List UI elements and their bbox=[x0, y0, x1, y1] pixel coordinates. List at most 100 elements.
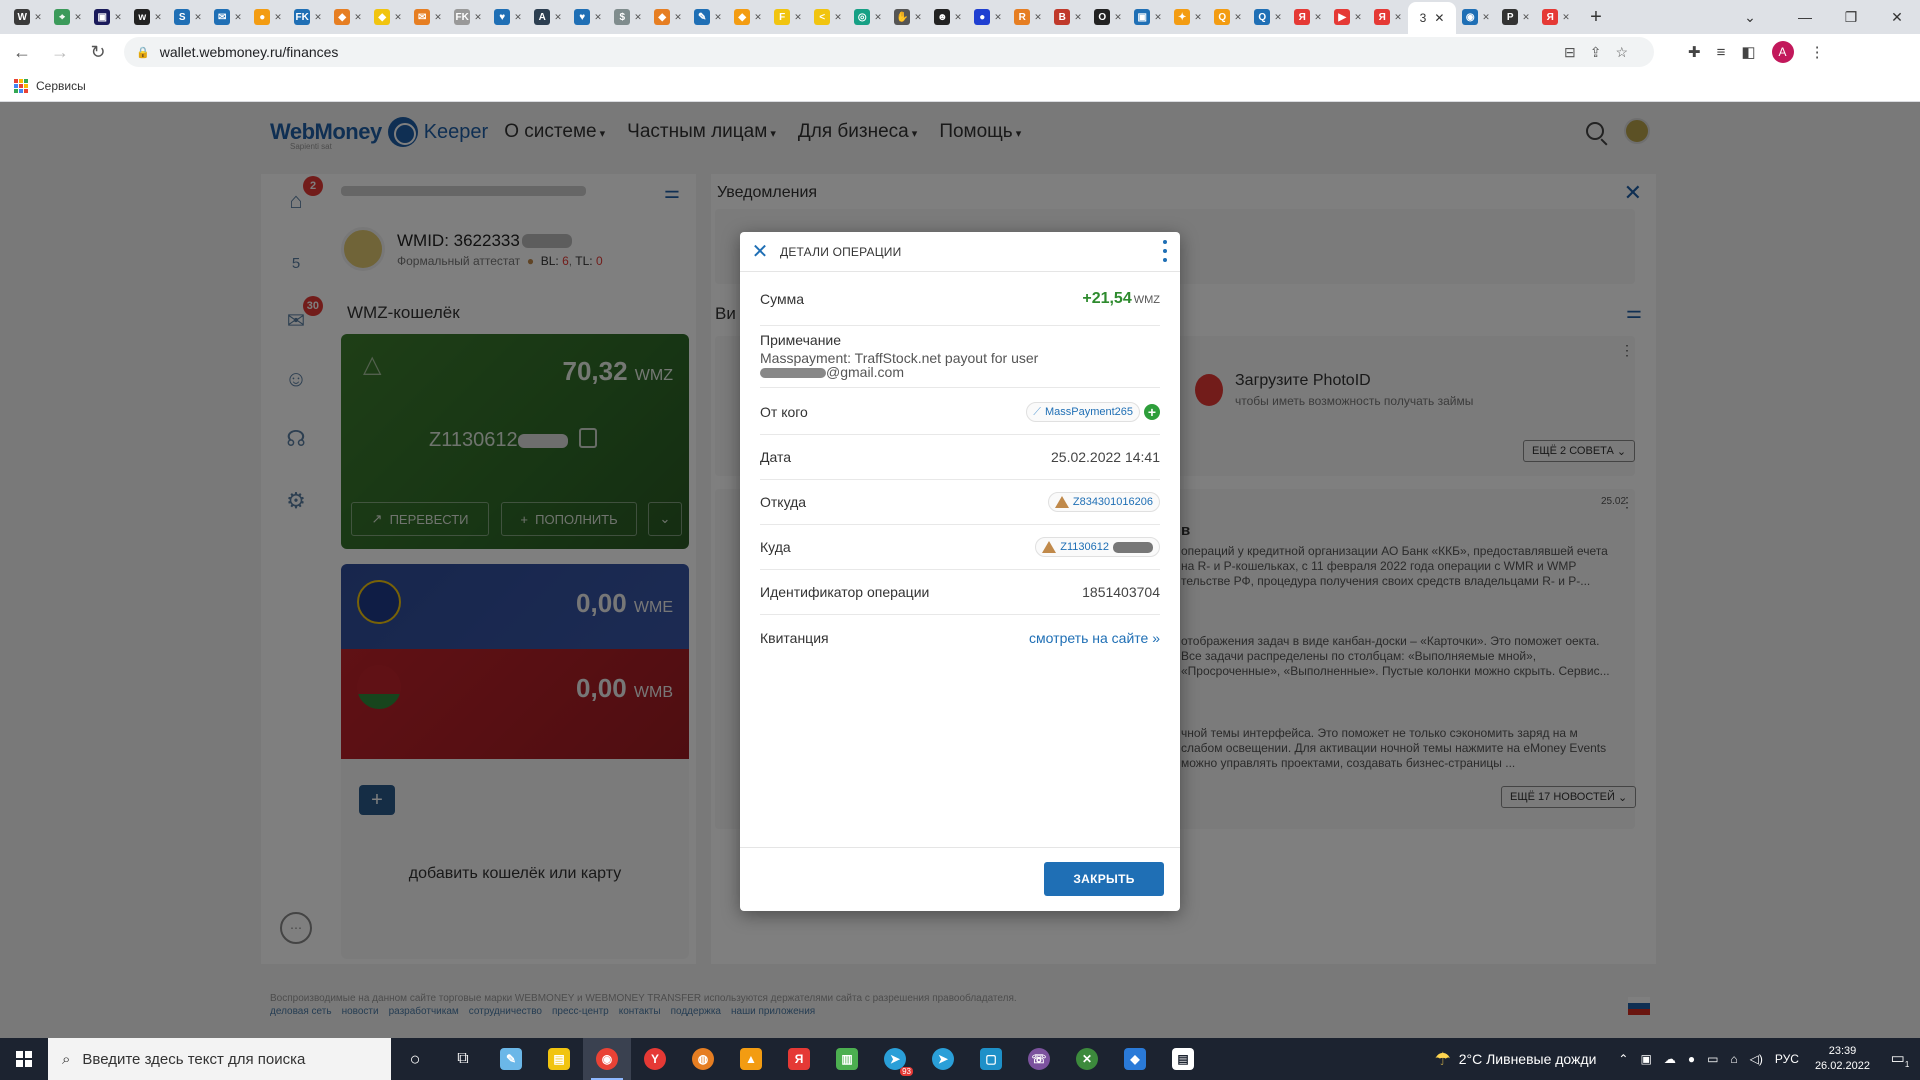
trailing-tab-2[interactable]: Я ✕ bbox=[1536, 3, 1576, 31]
tab-25[interactable]: R ✕ bbox=[1008, 3, 1048, 31]
tab-33[interactable]: ▶ ✕ bbox=[1328, 3, 1368, 31]
tab-close-icon[interactable]: ✕ bbox=[1154, 12, 1162, 23]
task-manager-icon[interactable]: ▥ bbox=[823, 1038, 871, 1080]
tab-close-icon[interactable]: ✕ bbox=[994, 12, 1002, 23]
tab-16[interactable]: ◆ ✕ bbox=[648, 3, 688, 31]
yandex-browser-icon[interactable]: Y bbox=[631, 1038, 679, 1080]
tab-close-icon[interactable]: ✕ bbox=[554, 12, 562, 23]
gem-app-icon[interactable]: ◆ bbox=[1111, 1038, 1159, 1080]
close-window-button[interactable]: ✕ bbox=[1874, 0, 1920, 34]
tab-13[interactable]: A ✕ bbox=[528, 3, 568, 31]
tab-close-icon[interactable]: ✕ bbox=[834, 12, 842, 23]
task-view-icon[interactable]: ⧉ bbox=[439, 1038, 487, 1080]
telegram-icon[interactable]: ➤ 93 bbox=[871, 1038, 919, 1080]
tab-23[interactable]: ☻ ✕ bbox=[928, 3, 968, 31]
language-indicator[interactable]: РУС bbox=[1775, 1052, 1799, 1066]
tab-21[interactable]: ◎ ✕ bbox=[848, 3, 888, 31]
tab-4[interactable]: S ✕ bbox=[168, 3, 208, 31]
tab-27[interactable]: O ✕ bbox=[1088, 3, 1128, 31]
new-tab-plus-icon[interactable]: + bbox=[1580, 3, 1612, 31]
tab-close-icon[interactable]: ✕ bbox=[674, 12, 682, 23]
profile-avatar[interactable]: A bbox=[1771, 41, 1794, 63]
tab-close-icon[interactable]: ✕ bbox=[1482, 12, 1490, 23]
close-button[interactable]: ЗАКРЫТЬ bbox=[1044, 862, 1164, 896]
tab-28[interactable]: ▣ ✕ bbox=[1128, 3, 1168, 31]
tab-6[interactable]: ● ✕ bbox=[248, 3, 288, 31]
tab-close-icon[interactable]: ✕ bbox=[234, 12, 242, 23]
share-icon[interactable]: ⇪ bbox=[1590, 44, 1602, 61]
source-chip[interactable]: Z834301016206 bbox=[1047, 492, 1160, 512]
tab-0[interactable]: W ✕ bbox=[8, 3, 48, 31]
active-tab-close-icon[interactable]: ✕ bbox=[1434, 11, 1444, 25]
clock[interactable]: 23:39 26.02.2022 bbox=[1815, 1044, 1870, 1074]
explorer-folder-icon[interactable]: ▤ bbox=[535, 1038, 583, 1080]
tab-close-icon[interactable]: ✕ bbox=[1394, 12, 1402, 23]
tab-close-icon[interactable]: ✕ bbox=[594, 12, 602, 23]
forward-icon[interactable]: → bbox=[44, 36, 76, 68]
apps-grid-icon[interactable] bbox=[14, 78, 28, 93]
chrome-icon[interactable]: ◉ bbox=[583, 1038, 631, 1080]
tab-close-icon[interactable]: ✕ bbox=[1074, 12, 1082, 23]
tab-19[interactable]: F ✕ bbox=[768, 3, 808, 31]
dialog-close-icon[interactable]: ✕ bbox=[740, 232, 780, 272]
tab-5[interactable]: ✉ ✕ bbox=[208, 3, 248, 31]
tab-search-dropdown-icon[interactable]: ⌄ bbox=[1730, 0, 1770, 34]
tab-8[interactable]: ◆ ✕ bbox=[328, 3, 368, 31]
restore-button[interactable]: ❐ bbox=[1828, 0, 1874, 34]
tab-32[interactable]: Я ✕ bbox=[1288, 3, 1328, 31]
tab-close-icon[interactable]: ✕ bbox=[354, 12, 362, 23]
warning-app-icon[interactable]: ▲ bbox=[727, 1038, 775, 1080]
tab-close-icon[interactable]: ✕ bbox=[914, 12, 922, 23]
tab-close-icon[interactable]: ✕ bbox=[1194, 12, 1202, 23]
tab-close-icon[interactable]: ✕ bbox=[714, 12, 722, 23]
tab-close-icon[interactable]: ✕ bbox=[34, 12, 42, 23]
trailing-tab-1[interactable]: P ✕ bbox=[1496, 3, 1536, 31]
action-center-icon[interactable]: ▭1 bbox=[1880, 1049, 1920, 1069]
extensions-icon[interactable]: ✚ bbox=[1688, 43, 1701, 61]
tab-close-icon[interactable]: ✕ bbox=[514, 12, 522, 23]
install-app-icon[interactable]: ⊟ bbox=[1564, 44, 1576, 61]
tab-close-icon[interactable]: ✕ bbox=[754, 12, 762, 23]
tray-chevron-icon[interactable]: ⌃ bbox=[1618, 1052, 1628, 1066]
tab-22[interactable]: ✋ ✕ bbox=[888, 3, 928, 31]
start-windows-icon[interactable] bbox=[0, 1038, 48, 1080]
tab-11[interactable]: FK ✕ bbox=[448, 3, 488, 31]
tab-18[interactable]: ◆ ✕ bbox=[728, 3, 768, 31]
tab-7[interactable]: FK ✕ bbox=[288, 3, 328, 31]
tab-17[interactable]: ✎ ✕ bbox=[688, 3, 728, 31]
yandex-icon[interactable]: Я bbox=[775, 1038, 823, 1080]
back-icon[interactable]: ← bbox=[6, 36, 38, 68]
tab-close-icon[interactable]: ✕ bbox=[154, 12, 162, 23]
tab-29[interactable]: ✦ ✕ bbox=[1168, 3, 1208, 31]
tab-close-icon[interactable]: ✕ bbox=[1562, 12, 1570, 23]
tab-12[interactable]: ♥ ✕ bbox=[488, 3, 528, 31]
reload-icon[interactable]: ↻ bbox=[82, 36, 114, 68]
tab-close-icon[interactable]: ✕ bbox=[194, 12, 202, 23]
destination-chip[interactable]: Z1130612 bbox=[1035, 537, 1160, 557]
tab-close-icon[interactable]: ✕ bbox=[1034, 12, 1042, 23]
tab-close-icon[interactable]: ✕ bbox=[1354, 12, 1362, 23]
address-bar[interactable]: 🔒 wallet.webmoney.ru/finances bbox=[124, 37, 1654, 67]
display-icon[interactable]: ▭ bbox=[1707, 1052, 1718, 1066]
tab-close-icon[interactable]: ✕ bbox=[634, 12, 642, 23]
tab-close-icon[interactable]: ✕ bbox=[314, 12, 322, 23]
tray-device-icon[interactable]: ▣ bbox=[1640, 1052, 1651, 1066]
tab-10[interactable]: ✉ ✕ bbox=[408, 3, 448, 31]
tab-close-icon[interactable]: ✕ bbox=[1274, 12, 1282, 23]
tab-close-icon[interactable]: ✕ bbox=[954, 12, 962, 23]
receipt-link[interactable]: смотреть на сайте » bbox=[1029, 630, 1160, 646]
tab-close-icon[interactable]: ✕ bbox=[474, 12, 482, 23]
tab-30[interactable]: Q ✕ bbox=[1208, 3, 1248, 31]
tab-2[interactable]: ▣ ✕ bbox=[88, 3, 128, 31]
from-chip[interactable]: ⟋ MassPayment265 bbox=[1026, 402, 1140, 422]
minimize-button[interactable]: — bbox=[1782, 0, 1828, 34]
side-panel-icon[interactable]: ◧ bbox=[1741, 43, 1755, 61]
tab-close-icon[interactable]: ✕ bbox=[794, 12, 802, 23]
network-icon[interactable]: ⌂ bbox=[1730, 1052, 1737, 1066]
firefox-icon[interactable]: ◍ bbox=[679, 1038, 727, 1080]
tab-20[interactable]: < ✕ bbox=[808, 3, 848, 31]
bookmark-star-icon[interactable]: ☆ bbox=[1615, 44, 1628, 61]
tab-26[interactable]: B ✕ bbox=[1048, 3, 1088, 31]
tab-3[interactable]: w ✕ bbox=[128, 3, 168, 31]
cortana-icon[interactable]: ○ bbox=[391, 1038, 439, 1080]
